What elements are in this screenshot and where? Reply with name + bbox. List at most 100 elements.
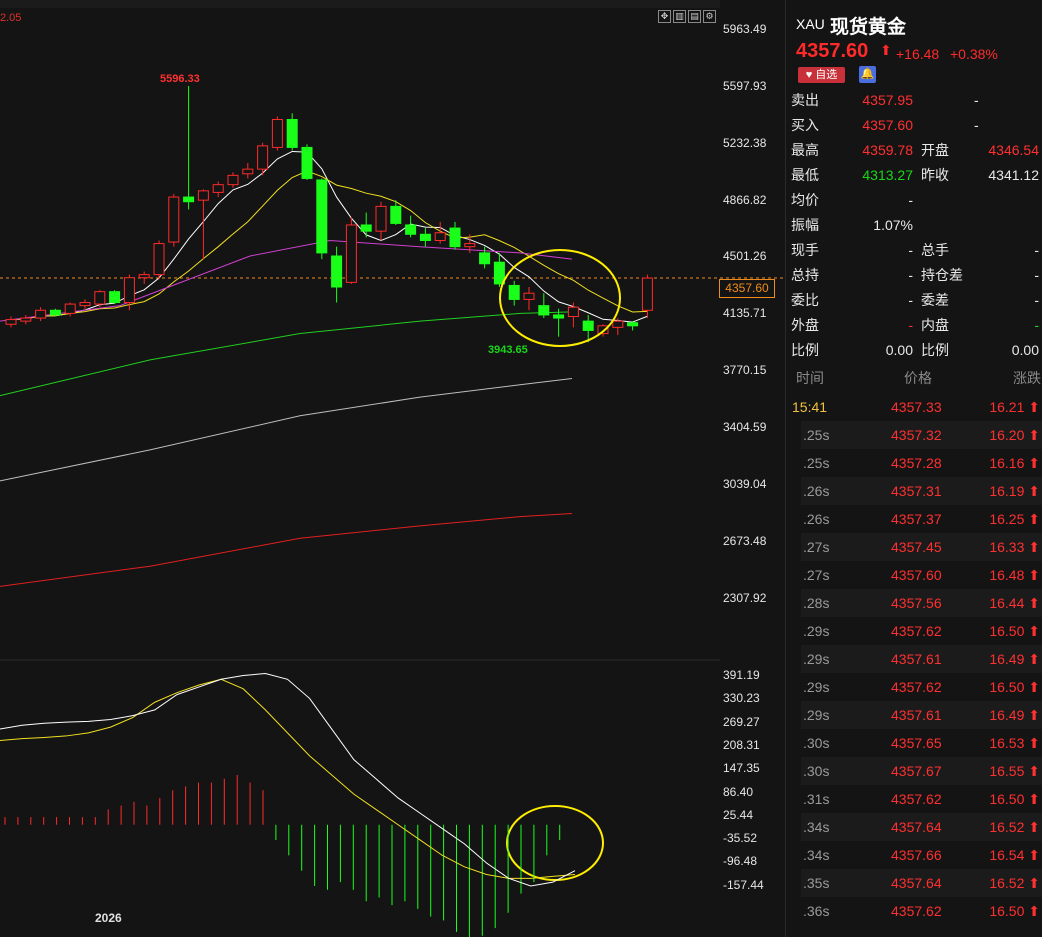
candle-body: [567, 306, 579, 317]
macd-dea-line: [0, 678, 576, 879]
quote-row: 均价 -: [786, 188, 1042, 213]
price-change: +16.48: [896, 46, 940, 62]
macd-dif-line: [0, 673, 576, 887]
quote-value: 4313.27: [862, 167, 913, 183]
macd-axis-tick: -157.44: [723, 877, 764, 892]
tick-row: .34s 4357.64 16.52 ⬆: [801, 813, 1042, 841]
ma120-line: [0, 378, 573, 482]
quote-label: 外盘: [791, 317, 819, 333]
tick-time: .26s: [803, 511, 830, 527]
tick-row: .29s 4357.62 16.50 ⬆: [801, 673, 1042, 701]
quote-value: -: [908, 292, 913, 308]
tick-change: 16.54 ⬆: [989, 847, 1040, 863]
quote-row: 卖出 4357.95 -: [786, 88, 1042, 113]
tick-price: 4357.45: [891, 539, 942, 555]
quote-label: 比例: [921, 342, 949, 358]
tick-price: 4357.32: [891, 427, 942, 443]
quote-value: 4346.54: [988, 142, 1039, 158]
current-price-tag: 4357.60: [719, 279, 775, 298]
symbol-code: XAU: [796, 16, 825, 32]
quote-row: 买入 4357.60 -: [786, 113, 1042, 138]
high-marker-label: 5596.33: [160, 73, 200, 85]
tick-row: 15:41 4357.33 16.21 ⬆: [786, 393, 1042, 421]
tick-header-time: 时间: [796, 370, 824, 386]
tick-time: .25s: [803, 455, 830, 471]
symbol-name: 现货黄金: [830, 16, 907, 38]
candle-body: [5, 319, 17, 325]
tick-time: .29s: [803, 651, 830, 667]
candle-body: [390, 205, 402, 224]
kline-chart-area[interactable]: 2.05 ✥ ▥ ▤ ⚙ 5963.49 5597.93 5232.38 4866.8…: [0, 0, 785, 937]
tick-change: 16.52 ⬆: [989, 819, 1040, 835]
quote-label: 总手: [921, 242, 949, 258]
low-marker-label: 3943.65: [488, 344, 528, 356]
candle-body: [582, 320, 594, 331]
tick-time: .29s: [803, 623, 830, 639]
ma5-line: [10, 150, 648, 323]
quote-value: 1.07%: [873, 217, 913, 233]
candle-body: [316, 179, 328, 254]
quote-panel: XAU 现货黄金 4357.60 ⬆ +16.48 +0.38% ♥ 自选 🔔 …: [785, 0, 1042, 937]
quote-label: 内盘: [921, 317, 949, 333]
candle-body: [464, 243, 476, 248]
macd-axis-tick: 86.40: [723, 784, 754, 799]
tick-price: 4357.61: [891, 707, 942, 723]
tick-time: .31s: [803, 791, 830, 807]
candle-body: [109, 291, 121, 304]
tick-header: 时间 价格 涨跌: [786, 367, 1042, 389]
candle-body: [641, 277, 653, 311]
quote-row: 最高 4359.78 开盘 4346.54: [786, 138, 1042, 163]
quote-label: 最高: [791, 142, 819, 158]
price-axis-tick: 5232.38: [723, 135, 767, 150]
macd-axis-tick: 208.31: [723, 737, 760, 752]
quote-label: 昨收: [921, 167, 949, 183]
quote-row: 现手 - 总手 -: [786, 238, 1042, 263]
tick-change: 16.44 ⬆: [989, 595, 1040, 611]
quote-label: 委差: [921, 292, 949, 308]
macd-axis-tick: 147.35: [723, 761, 760, 776]
tick-time: .28s: [803, 595, 830, 611]
tick-change: 16.16 ⬆: [989, 455, 1040, 471]
tick-change: 16.50 ⬆: [989, 903, 1040, 919]
tick-change: 16.50 ⬆: [989, 679, 1040, 695]
candle-body: [79, 302, 91, 307]
tick-time: .36s: [803, 903, 830, 919]
kline-svg[interactable]: [0, 0, 785, 937]
price-axis-tick: 4135.71: [723, 306, 767, 321]
candle-body: [35, 309, 47, 319]
candle-body: [257, 145, 269, 170]
quote-value: 4359.78: [862, 142, 913, 158]
candle-body: [183, 196, 195, 203]
candle-body: [301, 146, 313, 179]
quote-value: -: [1034, 267, 1039, 283]
quote-value: -: [974, 117, 979, 133]
quote-row: 振幅 1.07%: [786, 213, 1042, 238]
quote-label: 持仓差: [921, 267, 963, 283]
tick-price: 4357.65: [891, 735, 942, 751]
quote-value: -: [1034, 317, 1039, 333]
tick-row: .25s 4357.28 16.16 ⬆: [801, 449, 1042, 477]
favorite-button[interactable]: ♥ 自选: [798, 67, 845, 83]
quote-row: 委比 - 委差 -: [786, 288, 1042, 313]
quote-label: 开盘: [921, 142, 949, 158]
candle-body: [64, 303, 76, 314]
tick-row: .28s 4357.56 16.44 ⬆: [801, 589, 1042, 617]
macd-axis-tick: 25.44: [723, 807, 754, 822]
tick-row: .31s 4357.62 16.50 ⬆: [801, 785, 1042, 813]
quote-value: -: [908, 242, 913, 258]
candle-body: [49, 309, 61, 316]
candle-body: [538, 305, 550, 316]
tick-time: .27s: [803, 539, 830, 555]
quote-value: 4341.12: [988, 167, 1039, 183]
tick-time: .29s: [803, 679, 830, 695]
quote-row: 总持 - 持仓差 -: [786, 263, 1042, 288]
candle-body: [345, 224, 357, 283]
tick-price: 4357.28: [891, 455, 942, 471]
quote-value: -: [908, 267, 913, 283]
tick-price: 4357.56: [891, 595, 942, 611]
candle-body: [405, 224, 417, 235]
quote-label: 卖出: [791, 92, 819, 108]
price-axis-tick: 2673.48: [723, 533, 767, 548]
quote-label: 比例: [791, 342, 819, 358]
alert-bell-button[interactable]: 🔔: [859, 66, 876, 83]
